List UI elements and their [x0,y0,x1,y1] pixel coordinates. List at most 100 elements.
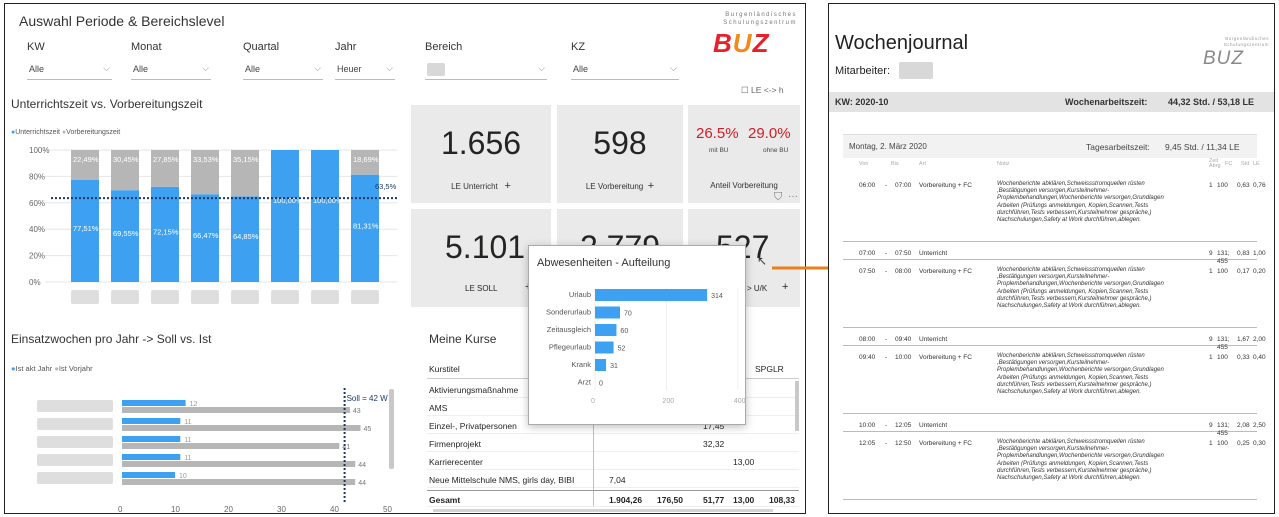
chart2-label-ist-akt: 10 [179,473,187,480]
chart3-value-label: 314 [711,293,723,300]
le-vorbereitung-value: 598 [593,125,647,161]
chart3-bar[interactable] [595,289,708,301]
chart2-label-ist-vorjahr: 45 [364,426,372,433]
slicer-dropdown-2[interactable]: Alle ⌵ [243,61,323,80]
slicer-dropdown-1[interactable]: Alle ⌵ [131,61,211,80]
wochenarbeitszeit-value: 44,32 Std. / 53,18 LE [1168,97,1255,107]
chart3-bar[interactable] [595,341,614,354]
journal-note: Wochenberichte abklären,Schweissstromque… [997,353,1164,396]
more-options-icon[interactable]: ··· [788,191,798,202]
chart2-bar-ist-vorjahr[interactable] [122,425,361,431]
chart2-bar-ist-vorjahr[interactable] [122,443,340,449]
chart1-data-label-vorbereitung: 18,69% [353,155,379,164]
kurse-table-row[interactable]: Karrierecenter 13,00 [427,453,799,470]
chart2-bar-ist-vorjahr[interactable] [122,461,356,467]
chart2-label-ist-vorjahr: 44 [358,462,366,469]
journal-n1: 1 [1209,182,1213,189]
kurse-cell-c4: 13,00 [733,457,755,467]
slicer-dropdown-4[interactable]: ⌵ [425,61,547,80]
chart2-category-label-redacted [37,472,113,484]
slicer-dropdown-3[interactable]: Heuer ⌵ [335,61,395,80]
journal-le: 1,00 [1253,250,1266,257]
journal-art: Vorbereitung + FC [919,182,972,189]
chevron-down-icon[interactable]: ⌵ [538,63,545,74]
chevron-down-icon[interactable]: ⌵ [314,63,321,74]
chart2-bar-ist-akt[interactable] [122,472,175,478]
wochenarbeitszeit-label: Wochenarbeitszeit: [1065,97,1148,107]
card-le-unterricht[interactable]: 1.656 LE Unterricht + [411,105,551,203]
expand-plus-icon[interactable]: + [648,180,654,192]
journal-from: 07:00 [859,250,876,257]
chart1-title: Unterrichtszeit vs. Vorbereitungszeit [11,97,203,111]
kw-header-bar: KW: 2020-10 Wochenarbeitszeit: 44,32 Std… [829,92,1274,112]
legend-label-ist-vorjahr: Ist Vorjahr [58,364,93,373]
chart2-bar-ist-akt[interactable] [122,400,186,406]
header-kurstitel[interactable]: Kurstitel [429,364,460,374]
mouse-cursor-icon: ↖ [757,254,768,268]
chart2-bar-ist-akt[interactable] [122,418,181,424]
chart2-bar-ist-vorjahr[interactable] [122,479,356,485]
popup-title: Abwesenheiten - Aufteilung [537,257,671,269]
slicer-dropdown-5[interactable]: Alle ⌵ [571,61,679,80]
chart1-category-label-redacted [151,290,179,304]
chart2-bar-ist-akt[interactable] [122,436,181,442]
anteil-label-ohne-bu: ohne BU [763,147,789,154]
chart1-bar-unterricht[interactable] [271,150,299,282]
chart1-data-label-unterricht: 77,51% [73,224,99,233]
chart2-category-label-redacted [37,436,113,448]
expand-plus-icon[interactable]: + [504,180,510,192]
journal-entry-row: 12:05 12:50 Vorbereitung + FC - Wochenberich… [843,434,1266,500]
chart1-data-label-unterricht: 100,00% [273,196,303,205]
kurse-table-row[interactable]: Neue Mittelschule NMS, girls day, BIBI 7,… [427,471,799,488]
chevron-down-icon[interactable]: ⌵ [386,63,393,74]
chevron-down-icon[interactable]: ⌵ [103,63,110,74]
slicer-label-2: Quartal [243,41,280,53]
journal-column-headers: Von Bis Art Notiz Zeit Abrg FC Std LE [843,158,1260,173]
card-anteil-vorbereitung[interactable]: 26.5% 29.0% mit BU ohne BU Anteil Vorber… [688,105,800,203]
chart3-bar[interactable] [595,306,620,319]
chart3-value-label: 52 [618,346,626,353]
journal-le: 0,20 [1253,268,1266,275]
journal-entry-row: 07:50 08:00 Vorbereitung + FC - Wochenberich… [843,262,1266,328]
journal-logo-text: Burgenländisches Schulungszentrum [1223,36,1269,47]
journal-entry-row: 08:00 09:40 Unterricht -9 131; 455 1,67 2,00 [843,330,1266,351]
journal-art: Unterricht [919,250,948,257]
journal-n2: 100 [1217,354,1228,361]
filter-icon[interactable]: ⛉ [774,191,782,204]
le-unterricht-label: LE Unterricht + [451,180,511,192]
chart3-bar[interactable] [595,324,617,336]
col-art: Art [919,161,927,167]
chart1-data-label-vorbereitung: 22,49% [73,155,99,164]
chart2-bar-ist-vorjahr[interactable] [122,407,350,413]
expand-plus-icon[interactable]: + [782,281,788,293]
kurse-table-row[interactable]: Firmenprojekt 32,32 [427,435,799,452]
chevron-down-icon[interactable]: ⌵ [670,63,677,74]
table-vscrollbar[interactable] [795,381,799,431]
table-hscrollbar[interactable] [433,509,773,512]
chart2-label-ist-akt: 11 [184,437,191,444]
slicer-dropdown-0[interactable]: Alle ⌵ [27,61,112,80]
journal-time-separator: - [885,336,888,343]
chart3-bar[interactable] [595,359,607,371]
le-toggle-checkbox[interactable]: ☐ LE <-> h [741,85,784,96]
card-le-vorbereitung[interactable]: 598 LE Vorbereitung + [557,105,683,203]
total-c5: 108,33 [769,495,795,505]
total-label: Gesamt [429,495,461,505]
col-le: LE [1253,161,1260,167]
chart3-value-label: 70 [624,311,632,318]
chart3-x-tick: 200 [662,398,674,405]
chart2-scrollbar[interactable] [389,389,394,469]
dashboard-title: Auswahl Periode & Bereichslevel [19,13,225,29]
journal-entry-row: 10:00 12:05 Unterricht -9 131; 455 2,08 2,50 [843,416,1266,437]
bereich-value-redacted [427,63,445,76]
journal-from: 10:00 [859,422,876,429]
chart2-bar-ist-akt[interactable] [122,454,181,460]
chart-unterricht-vs-vorbereitung: 100% 80% 60% 40% 20% 0% 22,49% 77,51% 30,45% 69,5… [29,146,397,304]
journal-le: 2,00 [1253,336,1266,343]
journal-from: 09:40 [859,354,876,361]
chart1-bar-unterricht[interactable] [311,150,339,282]
chevron-down-icon[interactable]: ⌵ [202,63,209,74]
header-spglr[interactable]: SPGLR [755,364,784,374]
slicer-label-1: Monat [131,41,162,53]
journal-from: 06:00 [859,182,876,189]
